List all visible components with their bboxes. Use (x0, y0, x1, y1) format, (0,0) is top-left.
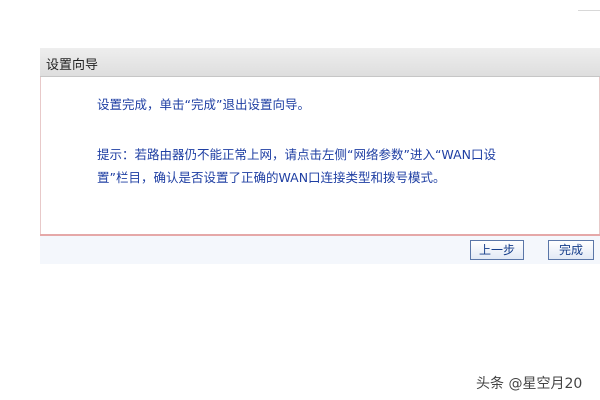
finish-button[interactable]: 完成 (548, 240, 594, 260)
hint-line-1: 提示：若路由器仍不能正常上网，请点击左侧“网络参数”进入“WAN口设 (97, 147, 497, 162)
dialog-title: 设置向导 (46, 58, 99, 73)
previous-step-button[interactable]: 上一步 (470, 240, 524, 260)
completion-message: 设置完成，单击“完成”退出设置向导。 (97, 97, 310, 112)
hint-line-2: 置”栏目，确认是否设置了正确的WAN口连接类型和拨号模式。 (97, 170, 446, 185)
dialog-body: 设置完成，单击“完成”退出设置向导。 提示：若路由器仍不能正常上网，请点击左侧“… (40, 77, 600, 234)
dialog-header: 设置向导 (40, 48, 600, 77)
watermark: 头条 @星空月20 (476, 376, 583, 392)
hint-message: 提示：若路由器仍不能正常上网，请点击左侧“网络参数”进入“WAN口设 置”栏目，… (97, 143, 496, 189)
top-right-decor-line (578, 10, 600, 11)
setup-wizard-dialog: 设置向导 设置完成，单击“完成”退出设置向导。 提示：若路由器仍不能正常上网，请… (40, 48, 600, 264)
dialog-footer: 上一步 完成 (40, 236, 600, 264)
